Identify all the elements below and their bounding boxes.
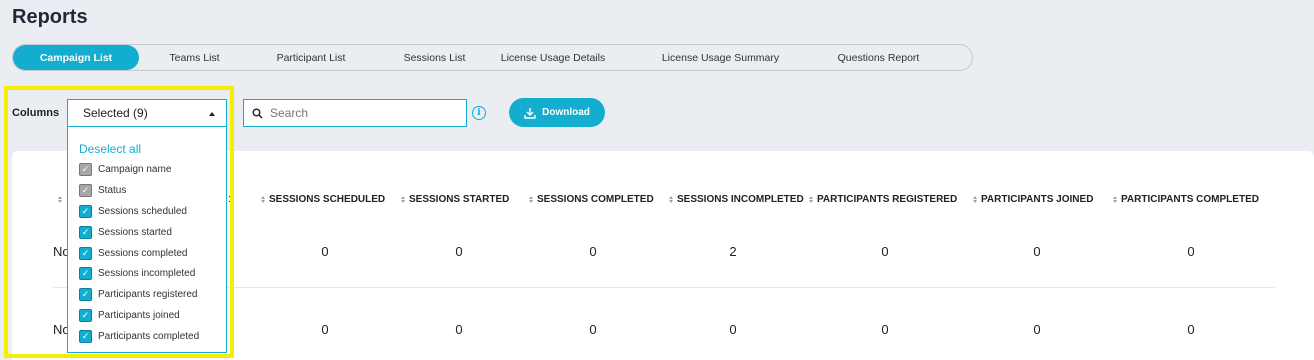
table-cell: 0: [1033, 244, 1041, 259]
header-sessions-completed[interactable]: SESSIONS COMPLETED: [529, 194, 654, 205]
table-cell: 0: [881, 244, 889, 259]
column-option-status[interactable]: ✓ Status: [79, 184, 126, 197]
tab-campaign-list[interactable]: Campaign List: [13, 45, 139, 70]
table-cell: 0: [455, 322, 463, 337]
table-cell: 0: [1187, 244, 1195, 259]
download-label: Download: [542, 107, 590, 118]
sort-icon: [261, 196, 265, 203]
column-option-sessions-completed[interactable]: ✓ Sessions completed: [79, 247, 188, 260]
header-participants-joined[interactable]: PARTICIPANTS JOINED: [973, 194, 1093, 205]
table-cell: 0: [321, 244, 329, 259]
header-sessions-scheduled[interactable]: SESSIONS SCHEDULED: [261, 194, 385, 205]
table-cell: 0: [1033, 322, 1041, 337]
checkbox-icon[interactable]: ✓: [79, 309, 92, 322]
column-option-participants-completed[interactable]: ✓ Participants completed: [79, 330, 199, 343]
info-icon[interactable]: i: [472, 106, 486, 120]
tab-questions-report[interactable]: Questions Report: [832, 45, 925, 70]
columns-dropdown-menu: Deselect all ✓ Campaign name ✓ Status ✓ Ses…: [67, 127, 227, 353]
column-option-sessions-scheduled[interactable]: ✓ Sessions scheduled: [79, 205, 187, 218]
column-option-participants-joined[interactable]: ✓ Participants joined: [79, 309, 180, 322]
sort-icon: [1113, 196, 1117, 203]
hidden-column-edge: :: [228, 193, 232, 205]
download-button[interactable]: Download: [509, 98, 605, 127]
deselect-all-link[interactable]: Deselect all: [79, 142, 141, 156]
tab-teams-list[interactable]: Teams List: [139, 45, 250, 70]
tab-participant-list[interactable]: Participant List: [250, 45, 372, 70]
checkbox-icon[interactable]: ✓: [79, 330, 92, 343]
report-tabs: Campaign List Teams List Participant Lis…: [12, 44, 973, 71]
table-cell: 0: [1187, 322, 1195, 337]
tab-license-usage-details[interactable]: License Usage Details: [497, 45, 609, 70]
search-field[interactable]: [243, 99, 467, 127]
search-input[interactable]: [270, 106, 460, 120]
tab-license-usage-summary[interactable]: License Usage Summary: [609, 45, 832, 70]
table-cell: 0: [455, 244, 463, 259]
column-option-participants-registered[interactable]: ✓ Participants registered: [79, 288, 198, 301]
column-option-sessions-started[interactable]: ✓ Sessions started: [79, 226, 172, 239]
search-icon: [244, 108, 270, 119]
columns-select[interactable]: Selected (9): [67, 99, 227, 127]
checkbox-icon[interactable]: ✓: [79, 184, 92, 197]
tab-sessions-list[interactable]: Sessions List: [372, 45, 497, 70]
checkbox-icon[interactable]: ✓: [79, 163, 92, 176]
columns-label: Columns: [12, 107, 60, 119]
sort-icon[interactable]: [58, 196, 62, 203]
sort-icon: [669, 196, 673, 203]
header-sessions-started[interactable]: SESSIONS STARTED: [401, 194, 509, 205]
checkbox-icon[interactable]: ✓: [79, 247, 92, 260]
table-cell: 2: [729, 244, 737, 259]
sort-icon: [401, 196, 405, 203]
download-icon: [524, 107, 536, 119]
sort-icon: [973, 196, 977, 203]
checkbox-icon[interactable]: ✓: [79, 226, 92, 239]
header-participants-completed[interactable]: PARTICIPANTS COMPLETED: [1113, 194, 1259, 205]
sort-icon: [529, 196, 533, 203]
checkbox-icon[interactable]: ✓: [79, 288, 92, 301]
row-divider: [53, 287, 1275, 288]
header-sessions-incompleted[interactable]: SESSIONS INCOMPLETED: [669, 194, 804, 205]
columns-select-value: Selected (9): [83, 106, 148, 120]
column-option-sessions-incompleted[interactable]: ✓ Sessions incompleted: [79, 267, 195, 280]
table-cell: 0: [321, 322, 329, 337]
header-participants-registered[interactable]: PARTICIPANTS REGISTERED: [809, 194, 957, 205]
table-cell: 0: [589, 322, 597, 337]
column-option-campaign-name[interactable]: ✓ Campaign name: [79, 163, 171, 176]
table-cell: 0: [589, 244, 597, 259]
checkbox-icon[interactable]: ✓: [79, 267, 92, 280]
caret-up-icon: [209, 112, 215, 116]
table-cell: 0: [881, 322, 889, 337]
sort-icon: [809, 196, 813, 203]
checkbox-icon[interactable]: ✓: [79, 205, 92, 218]
table-cell: 0: [729, 322, 737, 337]
page-title: Reports: [12, 6, 88, 28]
